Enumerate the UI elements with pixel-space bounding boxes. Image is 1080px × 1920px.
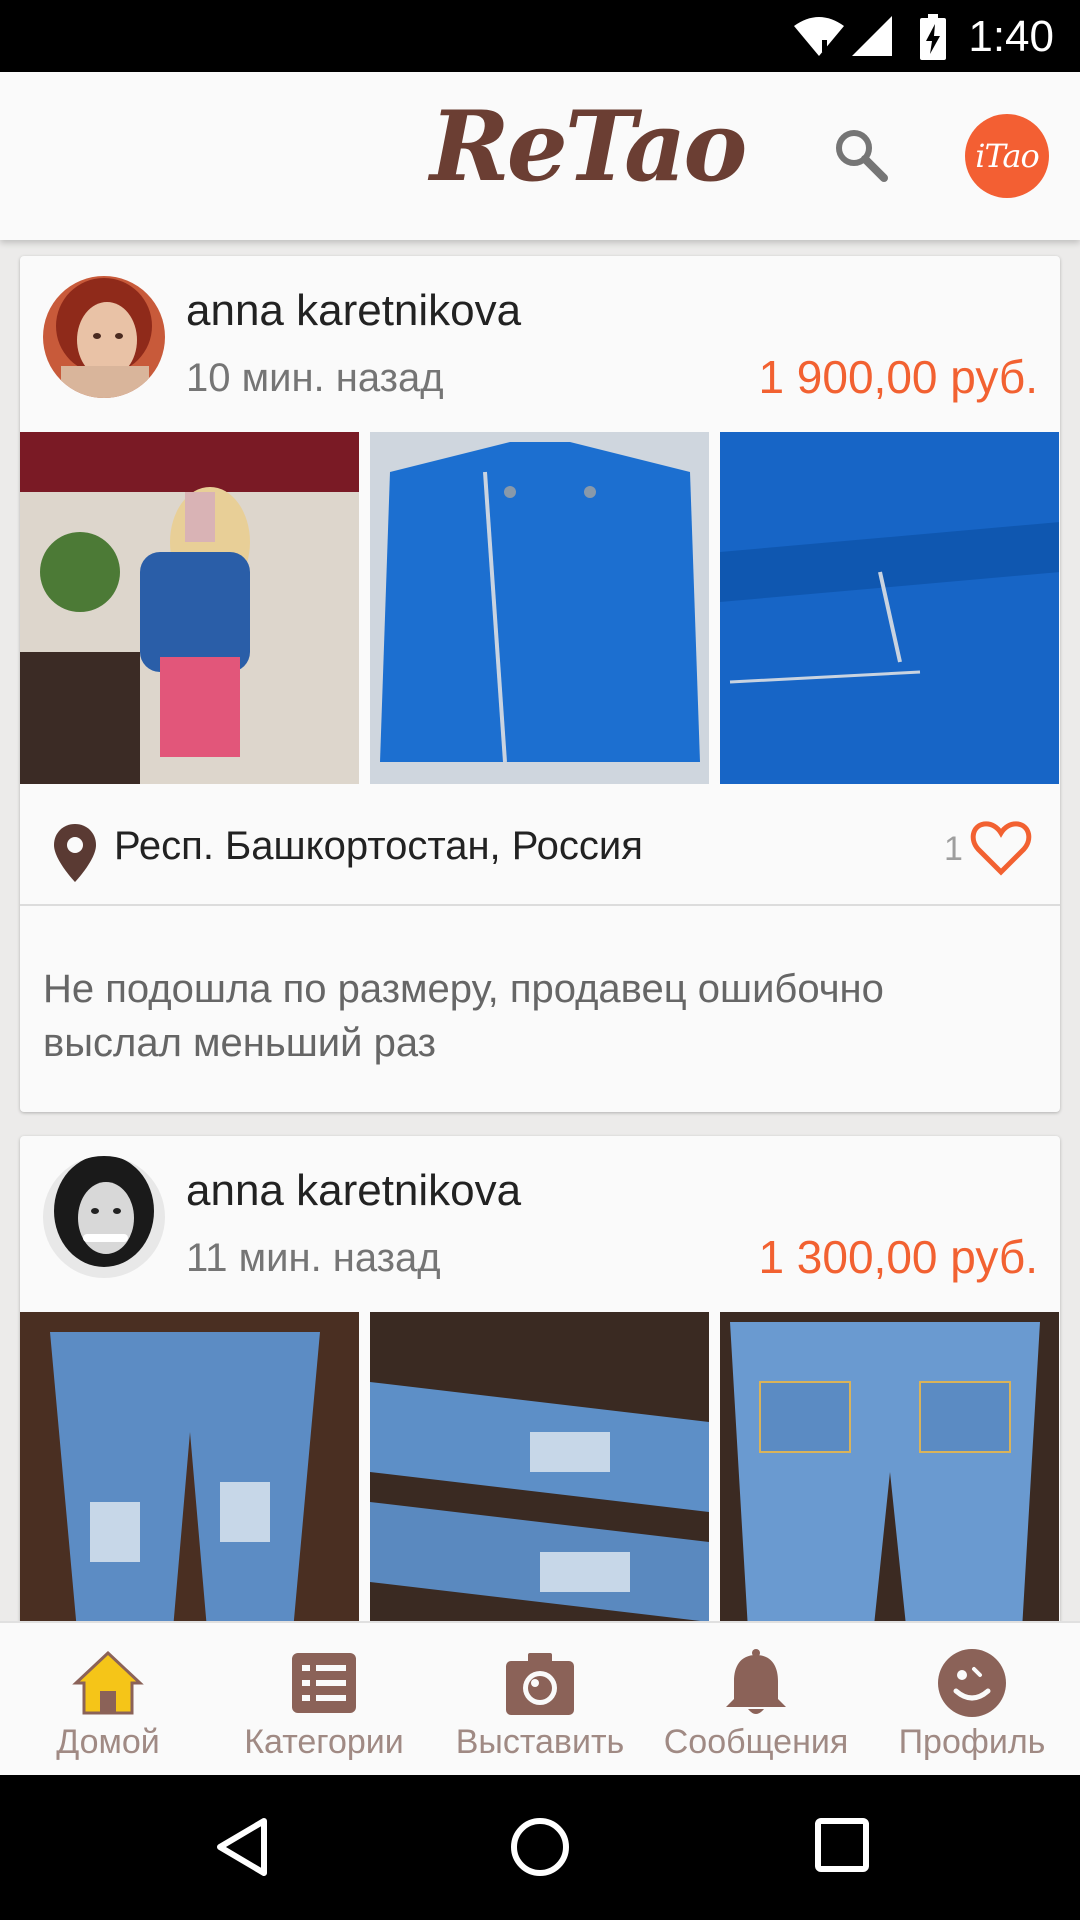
nav-categories[interactable]: Категории	[216, 1623, 432, 1777]
product-photo[interactable]	[720, 432, 1059, 784]
signal-icon	[852, 16, 892, 56]
battery-charging-icon	[920, 14, 946, 60]
avatar[interactable]	[43, 276, 165, 398]
profile-face-icon	[938, 1649, 1006, 1717]
search-button[interactable]	[830, 124, 894, 188]
nav-label: Домой	[56, 1723, 160, 1761]
product-photo[interactable]	[20, 432, 359, 784]
location-row: Респ. Башкортостан, Россия 1	[20, 784, 1060, 902]
nav-profile[interactable]: Профиль	[864, 1623, 1080, 1777]
post-username[interactable]: anna karetnikova	[186, 286, 521, 336]
clock: 1:40	[968, 12, 1054, 61]
photo-strip	[20, 1312, 1060, 1664]
post-time: 10 мин. назад	[186, 356, 444, 400]
post-location: Респ. Башкортостан, Россия	[114, 824, 643, 868]
product-photo[interactable]	[370, 1312, 709, 1664]
nav-label: Профиль	[898, 1723, 1046, 1761]
itao-button[interactable]: iTao	[965, 114, 1049, 198]
post-price: 1 300,00 руб.	[758, 1231, 1038, 1283]
status-bar: 1:40	[0, 0, 1080, 72]
app-bar: ReTao iTao	[0, 72, 1080, 240]
post-description: Не подошла по размеру, продавец ошибочно…	[43, 967, 884, 1065]
wifi-icon	[794, 17, 844, 56]
photo-strip	[20, 432, 1060, 784]
nav-home[interactable]: Домой	[0, 1623, 216, 1777]
back-icon[interactable]	[214, 1817, 270, 1877]
nav-messages[interactable]: Сообщения	[648, 1623, 864, 1777]
nav-sell[interactable]: Выставить	[432, 1623, 648, 1777]
nav-label: Выставить	[455, 1723, 625, 1761]
list-icon	[292, 1653, 356, 1713]
location-pin-icon	[54, 824, 96, 882]
recents-icon[interactable]	[814, 1817, 870, 1873]
bell-icon	[726, 1649, 786, 1714]
home-circle-icon[interactable]	[510, 1817, 570, 1877]
bottom-navigation: Домой Категории Выставить Сообщения Проф…	[0, 1621, 1080, 1777]
post-price: 1 900,00 руб.	[758, 351, 1038, 403]
avatar[interactable]	[43, 1156, 165, 1278]
post-card[interactable]: anna karetnikova 10 мин. назад 1 900,00 …	[20, 256, 1060, 1112]
divider	[20, 904, 1060, 906]
post-username[interactable]: anna karetnikova	[186, 1166, 521, 1216]
camera-icon	[506, 1653, 574, 1715]
product-photo[interactable]	[20, 1312, 359, 1664]
product-photo[interactable]	[720, 1312, 1059, 1664]
nav-label: Категории	[244, 1723, 404, 1761]
product-photo[interactable]	[370, 432, 709, 784]
post-time: 11 мин. назад	[186, 1236, 441, 1280]
heart-icon[interactable]	[970, 820, 1032, 876]
system-nav-bar	[0, 1775, 1080, 1920]
like-count: 1	[944, 830, 963, 868]
nav-label: Сообщения	[663, 1723, 849, 1761]
search-icon	[836, 130, 888, 182]
app-logo: ReTao	[430, 90, 747, 203]
home-icon	[72, 1650, 144, 1715]
